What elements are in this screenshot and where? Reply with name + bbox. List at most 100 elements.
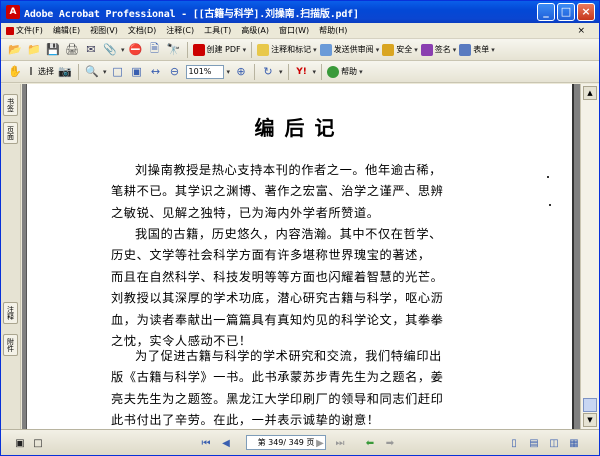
open-folder-icon[interactable]: 📂 (7, 42, 23, 58)
bookmarks-tab[interactable]: 书签 (3, 94, 18, 116)
text-line: 版《古籍与科学》一书。此书承蒙苏步青先生为之题名，姜 (111, 370, 444, 384)
text-line: 我国的古籍，历史悠久，内容浩瀚。其中不仅在哲学、 (135, 227, 442, 241)
scrollbar-thumb[interactable] (583, 398, 597, 412)
menu-document[interactable]: 文档(D) (123, 25, 161, 36)
paragraph-2-cont: 历史、文学等社会科学方面有许多堪称世界瑰宝的著述， 而且在自然科学、科技发明等等… (111, 245, 487, 353)
pages-tab[interactable]: 页面 (3, 122, 18, 144)
email-icon[interactable]: ✉ (83, 42, 99, 58)
chevron-down-icon: ▾ (375, 45, 380, 54)
snapshot-icon[interactable]: 📷 (57, 64, 73, 80)
sign-button[interactable]: 签名 ▾ (420, 43, 457, 56)
paragraph-1: 刘操南教授是热心支持本刊的作者之一。他年逾古稀， (111, 160, 487, 182)
menu-window[interactable]: 窗口(W) (274, 25, 314, 36)
acrobat-window: A Adobe Acrobat Professional - [[古籍与科学].… (0, 0, 600, 456)
create-icon[interactable]: 📁 (26, 42, 42, 58)
document-area[interactable]: 编后记 刘操南教授是热心支持本刊的作者之一。他年逾古稀， 笔耕不已。其学识之渊博… (22, 84, 580, 429)
close-button[interactable]: × (577, 3, 595, 21)
text-line: 血，为读者奉献出一篇篇具有真知灼见的科学论文，其拳拳 (111, 312, 444, 327)
stop-icon[interactable]: ⛔ (128, 42, 144, 58)
continuous-facing-icon[interactable]: ▦ (567, 436, 581, 450)
chevron-down-icon[interactable]: ▾ (227, 68, 231, 76)
zoom-out-icon[interactable]: ⊖ (167, 64, 183, 80)
menu-comments[interactable]: 注释(C) (161, 25, 199, 36)
organizer-icon[interactable]: 🗎 (147, 42, 163, 58)
page-size-icon[interactable]: □ (31, 436, 45, 450)
chevron-down-icon[interactable]: ▾ (279, 68, 283, 76)
paragraph-3: 为了促进古籍与科学的学术研究和交流，我们特编印出 (111, 346, 487, 368)
chevron-down-icon[interactable]: ▾ (313, 68, 317, 76)
comments-tab[interactable]: 注释 (3, 302, 18, 324)
chevron-down-icon[interactable]: ▾ (121, 46, 125, 54)
zoom-in-tool-icon[interactable]: 🔍 (84, 64, 100, 80)
go-back-icon[interactable]: ⬅ (363, 436, 377, 450)
text-line: 刘教授以其深厚的学术功底，潜心研究古籍与科学，呕心沥 (111, 291, 444, 305)
vertical-scrollbar[interactable]: ▲ ▼ (580, 84, 599, 429)
title-bar[interactable]: A Adobe Acrobat Professional - [[古籍与科学].… (1, 1, 599, 23)
rotate-icon[interactable]: ↻ (260, 64, 276, 80)
menu-view[interactable]: 视图(V) (85, 25, 123, 36)
continuous-icon[interactable]: ▤ (527, 436, 541, 450)
toolbar-separator (287, 63, 289, 80)
attachments-tab[interactable]: 附件 (3, 334, 18, 356)
text-line: 亮夫先生为之题签。黑龙江大学印刷厂的领导和同志们赶印 (111, 391, 444, 406)
print-icon[interactable]: 🖨 (64, 42, 80, 58)
chevron-down-icon[interactable]: ▾ (103, 68, 107, 76)
first-page-icon[interactable]: ⏮ (199, 436, 213, 450)
help-icon (327, 65, 340, 78)
window-controls: _ □ × (537, 3, 595, 21)
chevron-down-icon: ▾ (452, 45, 457, 54)
lock-icon (382, 43, 395, 56)
last-page-icon[interactable]: ⏭ (333, 436, 347, 450)
next-page-icon[interactable]: ▶ (313, 436, 327, 450)
chevron-down-icon: ▾ (414, 45, 418, 54)
hand-tool-icon[interactable]: ✋ (7, 64, 23, 80)
find-icon[interactable]: 🔭 (166, 42, 182, 58)
yahoo-icon[interactable]: Y! (294, 64, 310, 80)
close-document-button[interactable]: × (577, 26, 585, 36)
comment-markup-button[interactable]: 注释和标记 ▾ (257, 43, 317, 56)
actual-size-icon[interactable]: □ (110, 64, 126, 80)
previous-page-icon[interactable]: ◀ (219, 436, 233, 450)
form-icon (459, 43, 472, 56)
security-button[interactable]: 安全 ▾ (382, 43, 418, 56)
go-forward-icon[interactable]: ➡ (383, 436, 397, 450)
fit-width-icon[interactable]: ↔ (148, 64, 164, 80)
view-toolbar: ✋ I 选择 📷 🔍 ▾ □ ▣ ↔ ⊖ 101% ▾ ⊕ ↻ ▾ Y! ▾ 帮助… (1, 61, 599, 83)
menu-tools[interactable]: 工具(T) (199, 25, 236, 36)
minimize-button[interactable]: _ (537, 3, 555, 21)
menu-file[interactable]: 文件(F) (1, 25, 48, 36)
toolbar-separator (186, 41, 188, 58)
single-page-icon[interactable]: ▯ (507, 436, 521, 450)
save-icon[interactable]: 💾 (45, 42, 61, 58)
help-button[interactable]: 帮助 ▾ (327, 65, 363, 78)
pdf-page[interactable]: 编后记 刘操南教授是热心支持本刊的作者之一。他年逾古稀， 笔耕不已。其学识之渊博… (26, 84, 574, 429)
paragraph-2: 我国的古籍，历史悠久，内容浩瀚。其中不仅在哲学、 (111, 224, 487, 246)
scan-speck (547, 176, 549, 178)
pdf-icon (6, 26, 14, 35)
zoom-level-field[interactable]: 101% (185, 64, 224, 79)
menu-help[interactable]: 帮助(H) (314, 25, 352, 36)
facing-icon[interactable]: ◫ (547, 436, 561, 450)
layout-icon[interactable]: ▣ (13, 436, 27, 450)
forms-button[interactable]: 表单 ▾ (459, 43, 495, 56)
select-tool-button[interactable]: I 选择 (26, 64, 54, 80)
attach-icon[interactable]: 📎 (102, 42, 118, 58)
scroll-up-arrow-icon[interactable]: ▲ (583, 86, 597, 100)
send-review-button[interactable]: 发送供审阅 ▾ (319, 43, 380, 56)
create-pdf-button[interactable]: 创建 PDF ▾ (192, 43, 246, 56)
menu-edit[interactable]: 编辑(E) (48, 25, 85, 36)
create-pdf-icon (192, 43, 205, 56)
status-bar: ▣ □ ⏮ ◀ 第 349/ 349 页 ▶ ⏭ ⬅ ➡ ▯ ▤ ◫ ▦ (1, 429, 599, 455)
scroll-down-arrow-icon[interactable]: ▼ (583, 413, 597, 427)
fit-page-icon[interactable]: ▣ (129, 64, 145, 80)
text-line: 历史、文学等社会科学方面有许多堪称世界瑰宝的著述， (111, 248, 431, 262)
file-toolbar: 📂 📁 💾 🖨 ✉ 📎 ▾ ⛔ 🗎 🔭 创建 PDF ▾ 注释和标记 ▾ 发送供审阅… (1, 39, 599, 61)
menu-advanced[interactable]: 高级(A) (236, 25, 274, 36)
paragraph-3-cont: 版《古籍与科学》一书。此书承蒙苏步青先生为之题名，姜 亮夫先生为之题签。黑龙江大… (111, 367, 487, 432)
menu-bar: 文件(F) 编辑(E) 视图(V) 文档(D) 注释(C) 工具(T) 高级(A… (1, 23, 599, 39)
zoom-in-icon[interactable]: ⊕ (233, 64, 249, 80)
text-line: 而且在自然科学、科技发明等等方面也闪耀着智慧的光芒。 (111, 269, 444, 284)
maximize-button[interactable]: □ (557, 3, 575, 21)
toolbar-separator (254, 63, 256, 80)
text-line: 刘操南教授是热心支持本刊的作者之一。他年逾古稀， (135, 163, 442, 177)
